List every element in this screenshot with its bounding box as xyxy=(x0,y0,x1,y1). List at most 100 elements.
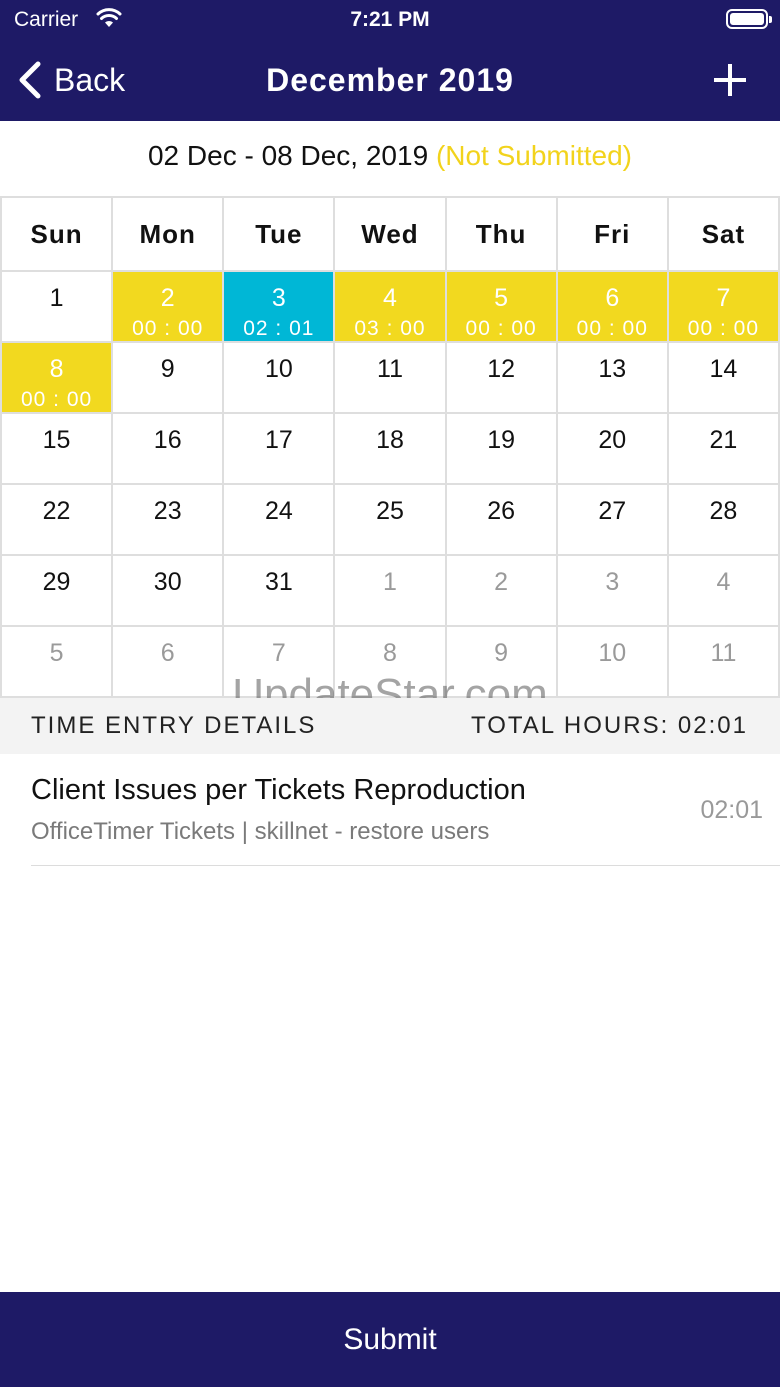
calendar-day-cell[interactable]: 28 xyxy=(668,485,780,556)
weekday-header: Sat xyxy=(668,198,780,272)
calendar-day-cell[interactable]: 30 xyxy=(113,556,225,627)
day-hours: 00 : 00 xyxy=(132,317,204,340)
calendar-day-cell[interactable]: 27 xyxy=(557,485,669,556)
calendar-day-cell[interactable]: 31 xyxy=(224,556,336,627)
calendar-day-cell[interactable]: 3 xyxy=(557,556,669,627)
weekday-header: Wed xyxy=(335,198,447,272)
day-number: 4 xyxy=(383,284,397,312)
day-number: 26 xyxy=(487,497,516,525)
day-number: 1 xyxy=(49,284,64,312)
calendar-day-cell[interactable]: 8 00 : 00 xyxy=(2,343,114,414)
calendar-day-cell[interactable]: 16 xyxy=(113,414,225,485)
calendar-day-cell[interactable]: 10 xyxy=(224,343,336,414)
day-number: 5 xyxy=(494,284,509,312)
calendar-day-cell[interactable]: 9 xyxy=(446,627,558,698)
week-range-header: 02 Dec - 08 Dec, 2019 (Not Submitted) xyxy=(0,140,780,172)
day-number: 30 xyxy=(153,568,182,596)
time-entry-row[interactable]: Client Issues per Tickets Reproduction O… xyxy=(0,754,780,866)
calendar-day-cell[interactable]: 7 00 : 00 xyxy=(668,272,780,343)
weekday-header: Sun xyxy=(2,198,114,272)
calendar-day-cell[interactable]: 1 xyxy=(2,272,114,343)
day-hours: 03 : 00 xyxy=(354,317,426,340)
calendar-day-cell[interactable]: 6 xyxy=(113,627,225,698)
day-number: 27 xyxy=(598,497,627,525)
calendar-day-cell[interactable]: 4 xyxy=(668,556,780,627)
week-range-label: 02 Dec - 08 Dec, 2019 xyxy=(147,140,429,171)
day-number: 7 xyxy=(716,284,731,312)
calendar-day-cell[interactable]: 25 xyxy=(335,485,447,556)
day-hours: 00 : 00 xyxy=(576,317,648,340)
day-number: 12 xyxy=(487,355,516,383)
calendar-day-cell[interactable]: 9 xyxy=(113,343,225,414)
calendar-day-cell[interactable]: 18 xyxy=(335,414,447,485)
day-number: 5 xyxy=(49,639,64,667)
day-number: 24 xyxy=(264,497,293,525)
calendar-day-cell[interactable]: 26 xyxy=(446,485,558,556)
day-number: 3 xyxy=(605,568,620,596)
day-hours: 02 : 01 xyxy=(243,317,315,340)
day-number: 4 xyxy=(716,568,731,596)
status-bar: Carrier 7:21 PM xyxy=(0,0,780,40)
day-number: 8 xyxy=(383,639,397,667)
chevron-left-icon xyxy=(19,61,41,99)
calendar-day-cell[interactable]: 12 xyxy=(446,343,558,414)
day-number: 28 xyxy=(709,497,738,525)
day-number: 9 xyxy=(494,639,509,667)
weekday-header: Fri xyxy=(557,198,669,272)
calendar-day-cell[interactable]: 8 xyxy=(335,627,447,698)
calendar-day-cell[interactable]: 11 xyxy=(335,343,447,414)
back-button[interactable]: Back xyxy=(16,58,125,102)
day-number: 23 xyxy=(153,497,182,525)
day-number: 11 xyxy=(710,639,737,667)
weekday-header: Mon xyxy=(113,198,225,272)
day-number: 3 xyxy=(271,284,286,312)
add-entry-button[interactable] xyxy=(712,62,748,98)
battery-icon xyxy=(726,9,772,29)
day-number: 14 xyxy=(709,355,738,383)
calendar-day-cell[interactable]: 2 xyxy=(446,556,558,627)
day-number: 25 xyxy=(376,497,404,525)
total-hours-label: TOTAL HOURS: 02:01 xyxy=(471,712,748,739)
day-number: 18 xyxy=(376,426,404,454)
status-time: 7:21 PM xyxy=(350,8,430,31)
calendar-day-cell[interactable]: 5 xyxy=(2,627,114,698)
day-number: 10 xyxy=(598,639,627,667)
calendar-day-cell[interactable]: 7 xyxy=(224,627,336,698)
calendar-day-cell[interactable]: 11 xyxy=(668,627,780,698)
day-hours: 00 : 00 xyxy=(20,388,93,411)
calendar-day-cell[interactable]: 6 00 : 00 xyxy=(557,272,669,343)
day-number: 21 xyxy=(709,426,738,454)
calendar-day-cell[interactable]: 10 xyxy=(557,627,669,698)
calendar-day-cell[interactable]: 3 02 : 01 xyxy=(224,272,336,343)
entry-subtitle: OfficeTimer Tickets | skillnet - restore… xyxy=(31,818,490,845)
day-number: 19 xyxy=(487,426,516,454)
calendar-day-cell[interactable]: 13 xyxy=(557,343,669,414)
day-number: 22 xyxy=(42,497,71,525)
submit-button[interactable]: Submit xyxy=(0,1292,780,1387)
calendar-day-cell[interactable]: 14 xyxy=(668,343,780,414)
calendar-day-cell[interactable]: 15 xyxy=(2,414,114,485)
calendar-day-cell[interactable]: 23 xyxy=(113,485,225,556)
nav-bar: Back December 2019 xyxy=(0,48,780,116)
calendar-day-cell[interactable]: 17 xyxy=(224,414,336,485)
calendar-day-cell[interactable]: 1 xyxy=(335,556,447,627)
entry-divider xyxy=(31,865,780,866)
section-label: TIME ENTRY DETAILS xyxy=(31,712,317,739)
calendar-day-cell[interactable]: 19 xyxy=(446,414,558,485)
day-number: 9 xyxy=(160,355,175,383)
day-number: 2 xyxy=(494,568,509,596)
day-number: 17 xyxy=(264,426,293,454)
calendar-day-cell[interactable]: 24 xyxy=(224,485,336,556)
calendar-day-cell[interactable]: 5 00 : 00 xyxy=(446,272,558,343)
calendar-day-cell[interactable]: 2 00 : 00 xyxy=(113,272,225,343)
calendar-day-cell[interactable]: 21 xyxy=(668,414,780,485)
submission-status: (Not Submitted) xyxy=(435,140,633,171)
calendar-day-cell[interactable]: 4 03 : 00 xyxy=(335,272,447,343)
calendar-day-cell[interactable]: 22 xyxy=(2,485,114,556)
day-number: 8 xyxy=(49,355,64,383)
navigation-header: Carrier 7:21 PM Back December 2019 xyxy=(0,0,780,121)
calendar-day-cell[interactable]: 29 xyxy=(2,556,114,627)
time-entry-details-header: TIME ENTRY DETAILS TOTAL HOURS: 02:01 xyxy=(0,698,780,754)
entry-title: Client Issues per Tickets Reproduction xyxy=(31,774,526,806)
calendar-day-cell[interactable]: 20 xyxy=(557,414,669,485)
